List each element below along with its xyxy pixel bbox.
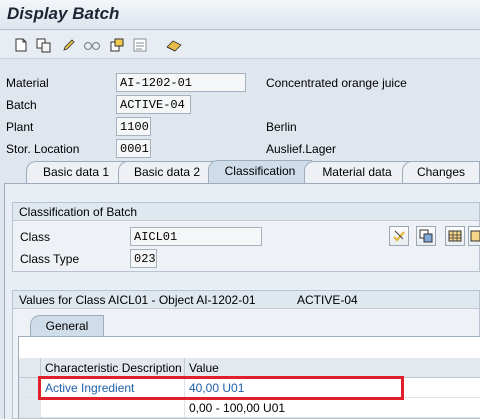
- classification-group-title: Classification of Batch: [13, 203, 479, 221]
- stor-location-label: Stor. Location: [6, 142, 80, 156]
- row-selector[interactable]: [19, 398, 41, 418]
- characteristic-description-cell: [41, 398, 185, 418]
- tab-basic-data-1[interactable]: Basic data 1: [26, 161, 126, 183]
- tab-changes[interactable]: Changes: [402, 161, 480, 183]
- tab-basic-data-2[interactable]: Basic data 2: [118, 161, 216, 183]
- row-selector-header[interactable]: [19, 358, 41, 378]
- new-document-icon[interactable]: [12, 36, 30, 54]
- plant-field[interactable]: 1100: [116, 117, 151, 136]
- class-type-label: Class Type: [20, 252, 80, 266]
- glasses-icon[interactable]: [83, 36, 101, 54]
- copy-icon[interactable]: [35, 36, 53, 54]
- values-header-right: ACTIVE-04: [297, 293, 358, 307]
- material-description: Concentrated orange juice: [266, 76, 407, 90]
- value-range-cell: 0,00 - 100,00 U01: [185, 398, 480, 418]
- class-label: Class: [20, 230, 51, 244]
- more-icon[interactable]: [468, 226, 480, 246]
- where-used-icon[interactable]: [165, 36, 183, 54]
- page-title: Display Batch: [7, 4, 120, 23]
- list-icon[interactable]: [131, 36, 149, 54]
- tab-strip: Basic data 1 Basic data 2 Classification…: [14, 160, 480, 184]
- stor-location-description: Auslief.Lager: [266, 142, 337, 156]
- other-object-icon[interactable]: [108, 36, 126, 54]
- batch-label: Batch: [6, 98, 37, 112]
- edit-pencil-icon[interactable]: [60, 36, 78, 54]
- column-header-description[interactable]: Characteristic Description: [41, 358, 185, 378]
- values-header-left: Values for Class AICL01 - Object AI-1202…: [19, 293, 256, 307]
- batch-field[interactable]: ACTIVE-04: [116, 95, 191, 114]
- check-icon[interactable]: [389, 226, 409, 246]
- class-field[interactable]: AICL01: [130, 227, 262, 246]
- values-group-header: Values for Class AICL01 - Object AI-1202…: [13, 291, 479, 309]
- tab-general[interactable]: General: [30, 315, 104, 337]
- plant-description: Berlin: [266, 120, 297, 134]
- tab-material-data[interactable]: Material data: [304, 161, 410, 183]
- column-header-value[interactable]: Value: [185, 358, 480, 378]
- material-label: Material: [6, 76, 49, 90]
- tab-classification[interactable]: Classification: [208, 160, 312, 184]
- table-settings-icon[interactable]: [445, 226, 465, 246]
- plant-label: Plant: [6, 120, 34, 134]
- highlight-box: [38, 376, 404, 400]
- stor-location-field[interactable]: 0001: [116, 139, 151, 158]
- class-type-field[interactable]: 023: [130, 249, 157, 268]
- application-toolbar: [0, 31, 480, 59]
- material-field[interactable]: AI-1202-01: [116, 73, 246, 92]
- copy-values-icon[interactable]: [416, 226, 436, 246]
- title-bar: Display Batch: [0, 0, 480, 30]
